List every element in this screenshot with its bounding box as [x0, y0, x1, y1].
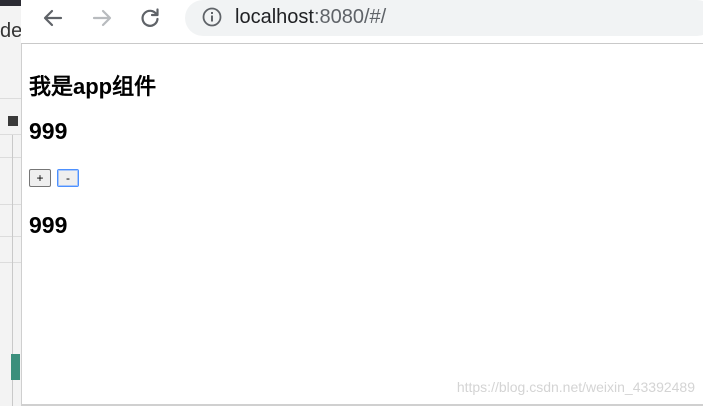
- browser-toolbar: localhost:8080/#/: [21, 0, 703, 44]
- url-host: localhost: [235, 6, 314, 28]
- divider: [0, 98, 21, 99]
- page-content: 我是app组件 999 + - 999: [29, 44, 703, 406]
- divider: [0, 157, 21, 158]
- background-window: de: [0, 0, 22, 406]
- divider: [0, 236, 21, 237]
- url-path: :8080/#/: [313, 6, 387, 28]
- count-display: 999: [29, 118, 68, 144]
- back-arrow-icon: [43, 9, 63, 27]
- favicon-icon: [8, 116, 18, 126]
- back-button[interactable]: [39, 4, 67, 32]
- divider: [0, 262, 21, 263]
- forward-button[interactable]: [88, 4, 116, 32]
- info-icon[interactable]: [201, 6, 223, 28]
- divider: [0, 134, 21, 135]
- forward-arrow-icon: [92, 9, 112, 27]
- count-display-secondary: 999: [29, 212, 68, 238]
- divider: [0, 204, 21, 205]
- reload-button[interactable]: [136, 4, 164, 32]
- address-bar[interactable]: localhost:8080/#/: [185, 0, 703, 36]
- app-title: 我是app组件: [29, 74, 157, 99]
- background-window-titlebar: [0, 0, 21, 6]
- increment-button[interactable]: +: [29, 169, 51, 187]
- watermark: https://blog.csdn.net/weixin_43392489: [456, 379, 695, 395]
- reload-icon: [141, 8, 159, 27]
- background-window-text: de: [0, 20, 21, 42]
- decrement-button[interactable]: -: [57, 169, 79, 187]
- teal-marker: [11, 354, 20, 380]
- url-text[interactable]: localhost:8080/#/: [235, 5, 386, 29]
